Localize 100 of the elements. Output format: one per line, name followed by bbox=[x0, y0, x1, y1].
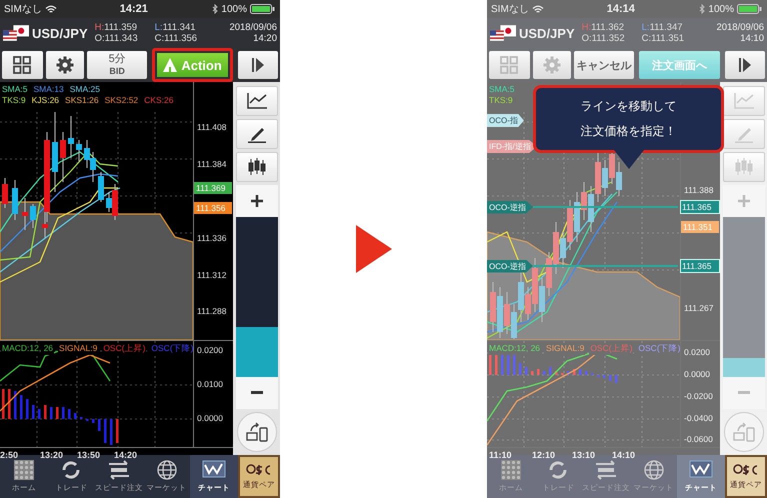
candlestick bbox=[76, 140, 82, 162]
bluetooth-icon bbox=[699, 4, 706, 14]
price-axis-label: 111.408 bbox=[197, 122, 226, 132]
arrow-icon bbox=[356, 225, 392, 273]
indicator-label: TKS:9 bbox=[488, 95, 514, 106]
quote-value: O:111.352 bbox=[582, 33, 626, 44]
indicator-label: SMA:5 bbox=[1, 84, 29, 95]
histogram-bar bbox=[44, 405, 46, 419]
indicator-label: SMA:13 bbox=[32, 84, 65, 95]
quote-value: C:111.356 bbox=[154, 33, 198, 44]
candlestick bbox=[22, 198, 28, 230]
candlestick-icon bbox=[734, 158, 754, 176]
line-chart-icon bbox=[734, 93, 754, 109]
order-line-tab[interactable]: OCO-指 bbox=[487, 114, 524, 127]
draw-button[interactable] bbox=[236, 119, 278, 149]
histogram-bar bbox=[495, 353, 498, 375]
quote-value: H:111.359 bbox=[94, 22, 138, 33]
wifi-icon bbox=[532, 4, 544, 14]
quote-value: C:111.351 bbox=[642, 33, 686, 44]
globe-icon bbox=[156, 460, 177, 480]
indicator-label: OSC(上昇) bbox=[102, 343, 146, 355]
battery-icon bbox=[250, 4, 276, 14]
histogram-bar bbox=[110, 419, 112, 445]
histogram-bar bbox=[585, 371, 588, 375]
histogram-bar bbox=[62, 407, 64, 419]
histogram-bar bbox=[573, 369, 576, 375]
quote-value: L:111.347 bbox=[642, 22, 684, 33]
histogram-bar bbox=[8, 389, 10, 419]
status-time: 14:14 bbox=[606, 3, 635, 15]
currency-icon bbox=[246, 463, 272, 477]
price-tag: 111.351 bbox=[681, 221, 719, 233]
macd-axis-label: 0.0000 bbox=[197, 413, 223, 423]
time-axis-label: 2:50 bbox=[0, 450, 18, 460]
layout-button[interactable] bbox=[2, 51, 43, 79]
histogram-bar bbox=[98, 419, 100, 431]
zoom-slider[interactable] bbox=[236, 217, 278, 377]
indicator-label: SMA:5 bbox=[488, 84, 516, 95]
histogram-bar bbox=[20, 395, 22, 419]
macd-axis-label: -0.0200 bbox=[684, 391, 713, 401]
candlestick bbox=[30, 204, 36, 228]
indicator-label: MACD:12, 26 bbox=[488, 343, 542, 355]
next-button[interactable] bbox=[725, 51, 765, 79]
minus-icon bbox=[250, 391, 262, 395]
histogram-bar bbox=[531, 371, 534, 375]
interval-button[interactable]: 5分 BID bbox=[87, 51, 147, 79]
histogram-bar bbox=[609, 375, 612, 381]
candlestick bbox=[12, 180, 18, 220]
histogram-bar bbox=[116, 419, 118, 443]
histogram-bar bbox=[507, 353, 510, 375]
zoom-slider[interactable] bbox=[722, 217, 764, 377]
histogram-bar bbox=[68, 409, 70, 419]
order-line-tab[interactable]: OCO-逆指 bbox=[487, 200, 533, 214]
price-axis-label: 111.384 bbox=[197, 159, 226, 169]
macd-axis-label: 0.0200 bbox=[684, 347, 710, 357]
grid-icon bbox=[500, 460, 521, 480]
histogram-bar bbox=[519, 363, 522, 375]
candlestick bbox=[98, 172, 104, 202]
rotate-button[interactable] bbox=[236, 412, 276, 452]
currency-pair[interactable]: USD/JPY bbox=[519, 26, 575, 40]
candle-style-button[interactable] bbox=[236, 152, 278, 182]
tooltip-text: 注文価格を指定！ bbox=[580, 123, 676, 140]
grid-icon bbox=[14, 460, 34, 480]
currency-pair[interactable]: USD/JPY bbox=[32, 26, 88, 40]
settings-button[interactable] bbox=[46, 51, 84, 79]
rotate-icon bbox=[246, 422, 268, 442]
histogram-bar bbox=[489, 353, 492, 375]
histogram-bar bbox=[92, 419, 94, 423]
wifi-icon bbox=[44, 4, 57, 14]
next-button[interactable] bbox=[238, 51, 278, 79]
minus-icon bbox=[738, 391, 750, 395]
indicator-label: MACD:12, 26 bbox=[1, 343, 54, 355]
macd-axis-label: 0.0200 bbox=[197, 345, 223, 355]
candlestick bbox=[2, 178, 8, 208]
histogram-bar bbox=[50, 407, 52, 419]
macd-axis-label: 0.0100 bbox=[197, 379, 223, 389]
candlestick bbox=[60, 132, 66, 182]
zoom-out-button[interactable] bbox=[236, 377, 278, 409]
order-price-tag: 111.365 bbox=[680, 200, 720, 214]
indicator-label: TKS:9 bbox=[1, 95, 27, 106]
settings-icon bbox=[56, 56, 74, 74]
line-chart-icon bbox=[246, 93, 266, 109]
indicator-label: SMA:25 bbox=[68, 84, 102, 95]
price-tag: 111.356 bbox=[194, 202, 232, 214]
price-axis-label: 111.312 bbox=[197, 270, 226, 280]
histogram-bar bbox=[555, 371, 558, 375]
line-chart-icon bbox=[689, 460, 714, 480]
battery-percent: 100% bbox=[221, 4, 247, 14]
indicator-label: SIGNAL:9 bbox=[545, 343, 586, 355]
indicator-label: OSC(下降) bbox=[150, 343, 194, 355]
time-axis-label: 11:10 bbox=[489, 450, 512, 460]
carrier-text: SIMなし bbox=[4, 3, 42, 16]
zoom-in-button[interactable] bbox=[236, 185, 278, 217]
indicator-button[interactable] bbox=[236, 86, 278, 116]
candlestick bbox=[68, 116, 74, 158]
histogram-bar bbox=[26, 399, 28, 419]
time-text: 14:10 bbox=[740, 33, 764, 44]
histogram-bar bbox=[525, 367, 528, 375]
cancel-button[interactable]: キャンセル bbox=[574, 51, 634, 79]
speed-arrows-icon bbox=[594, 460, 618, 480]
pencil-icon bbox=[246, 125, 266, 143]
